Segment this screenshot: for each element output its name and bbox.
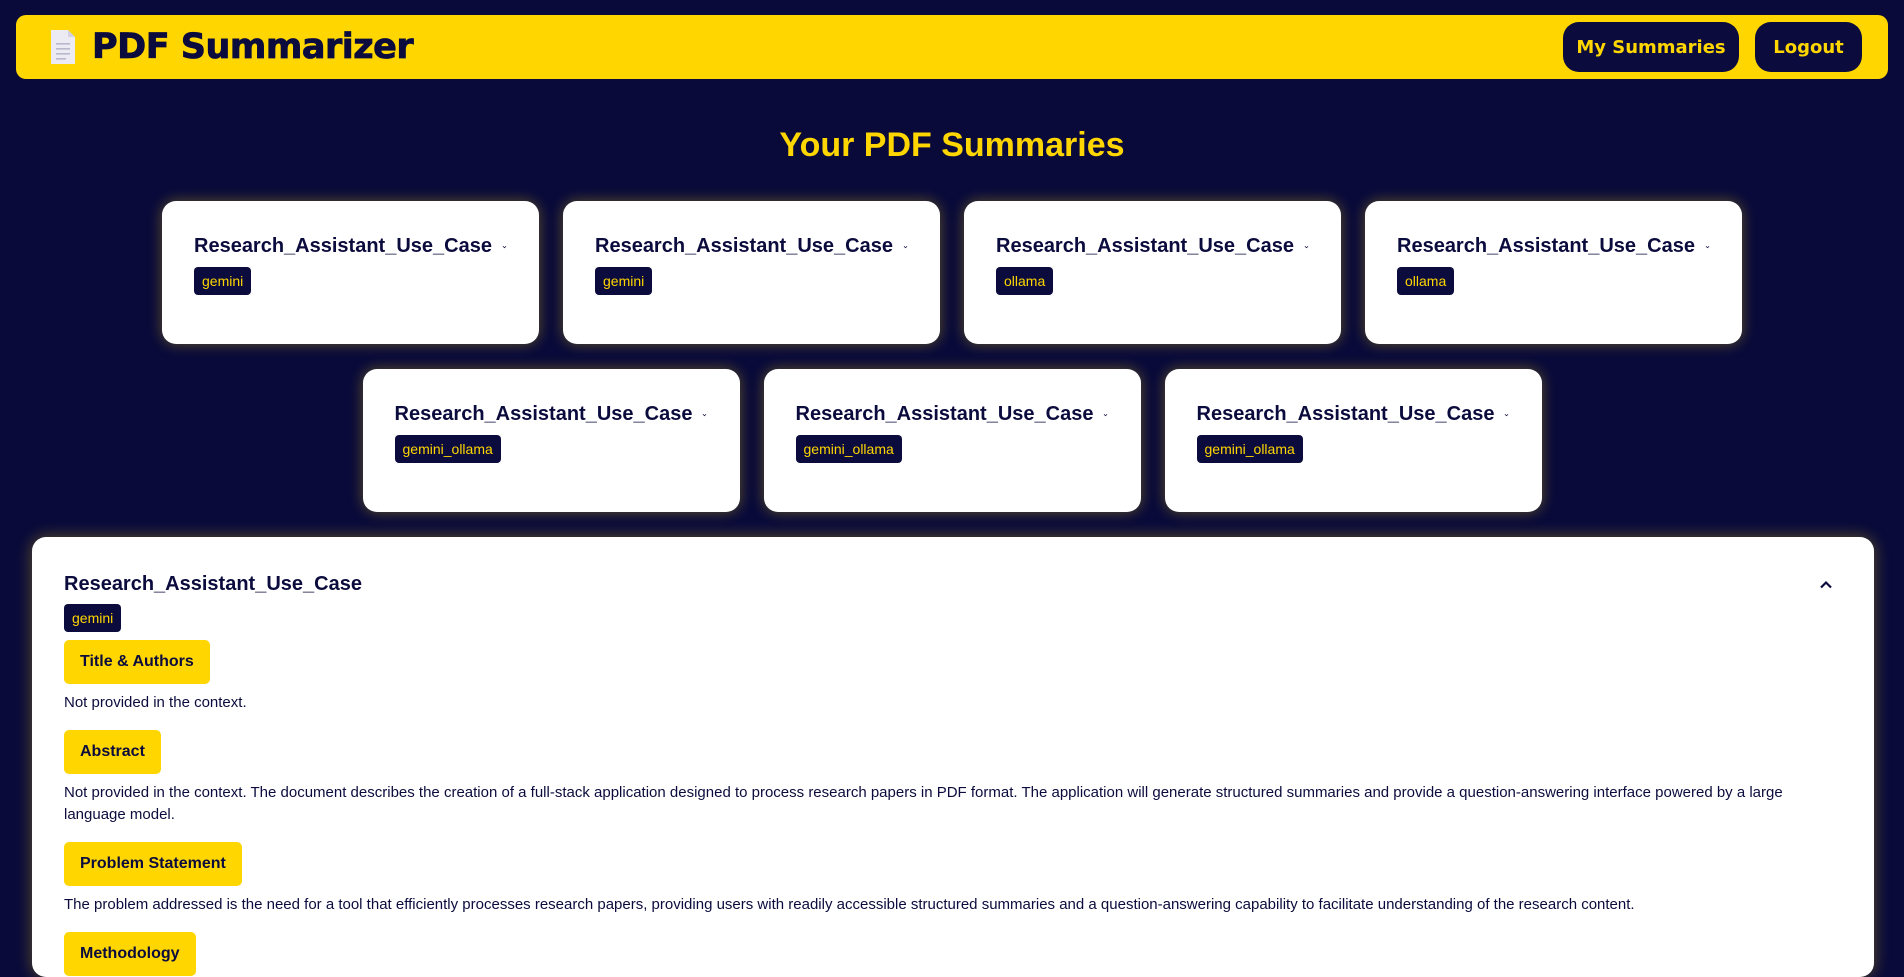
summary-card[interactable]: Research_Assistant_Use_Case ollama [964, 201, 1341, 344]
nav-actions: My Summaries Logout [1563, 22, 1862, 72]
brand[interactable]: PDF Summarizer [48, 27, 414, 68]
section-label-abstract: Abstract [64, 730, 161, 774]
summary-card-row: Research_Assistant_Use_Case gemini Resea… [0, 201, 1904, 344]
section-label-problem-statement: Problem Statement [64, 842, 242, 886]
chevron-down-icon[interactable] [903, 239, 908, 255]
section-text-problem-statement: The problem addressed is the need for a … [64, 896, 1635, 913]
summary-card-title: Research_Assistant_Use_Case [996, 235, 1294, 257]
summary-card[interactable]: Research_Assistant_Use_Case gemini [563, 201, 940, 344]
summary-card-title: Research_Assistant_Use_Case [795, 403, 1094, 425]
chevron-down-icon[interactable] [1504, 407, 1509, 423]
summary-card-title: Research_Assistant_Use_Case [394, 403, 693, 425]
chevron-down-icon[interactable] [1103, 407, 1108, 423]
expanded-summary-header[interactable]: Research_Assistant_Use_Case [64, 573, 1842, 596]
chevron-down-icon[interactable] [702, 407, 707, 423]
model-badge: gemini_ollama [394, 435, 501, 463]
expanded-summary-panel: Research_Assistant_Use_Case gemini Title… [32, 537, 1874, 977]
summary-card[interactable]: Research_Assistant_Use_Case gemini_ollam… [362, 369, 740, 512]
logout-button[interactable]: Logout [1755, 22, 1862, 72]
chevron-down-icon[interactable] [1304, 239, 1309, 255]
summary-card-row: Research_Assistant_Use_Case gemini_ollam… [0, 369, 1904, 512]
summary-card[interactable]: Research_Assistant_Use_Case gemini_ollam… [763, 369, 1141, 512]
expanded-summary-title: Research_Assistant_Use_Case [64, 573, 362, 595]
model-badge: gemini_ollama [795, 435, 902, 463]
model-badge: gemini [194, 267, 252, 295]
summary-card-title: Research_Assistant_Use_Case [595, 235, 893, 257]
summary-card[interactable]: Research_Assistant_Use_Case ollama [1365, 201, 1742, 344]
section-label-title-authors: Title & Authors [64, 640, 210, 684]
model-badge: ollama [1397, 267, 1455, 295]
section-label-methodology: Methodology [64, 932, 196, 976]
chevron-down-icon[interactable] [502, 239, 507, 255]
top-navbar: PDF Summarizer My Summaries Logout [16, 15, 1888, 79]
chevron-up-icon[interactable] [1818, 577, 1834, 593]
summary-card[interactable]: Research_Assistant_Use_Case gemini [162, 201, 539, 344]
app-title: PDF Summarizer [92, 27, 414, 68]
section-text-title-authors: Not provided in the context. [64, 694, 247, 711]
summary-card-title: Research_Assistant_Use_Case [1397, 235, 1695, 257]
summary-card-title: Research_Assistant_Use_Case [1196, 403, 1495, 425]
model-badge: gemini [64, 604, 122, 632]
summary-sections: Title & Authors Not provided in the cont… [64, 632, 1842, 976]
page-title: Your PDF Summaries [779, 126, 1125, 164]
section-text-abstract: Not provided in the context. The documen… [64, 784, 1783, 823]
chevron-down-icon[interactable] [1705, 239, 1710, 255]
document-icon [51, 30, 75, 64]
my-summaries-button[interactable]: My Summaries [1563, 22, 1739, 72]
model-badge: gemini [595, 267, 653, 295]
summary-card-title: Research_Assistant_Use_Case [194, 235, 492, 257]
model-badge: gemini_ollama [1196, 435, 1303, 463]
model-badge: ollama [996, 267, 1054, 295]
summary-card[interactable]: Research_Assistant_Use_Case gemini_ollam… [1164, 369, 1542, 512]
